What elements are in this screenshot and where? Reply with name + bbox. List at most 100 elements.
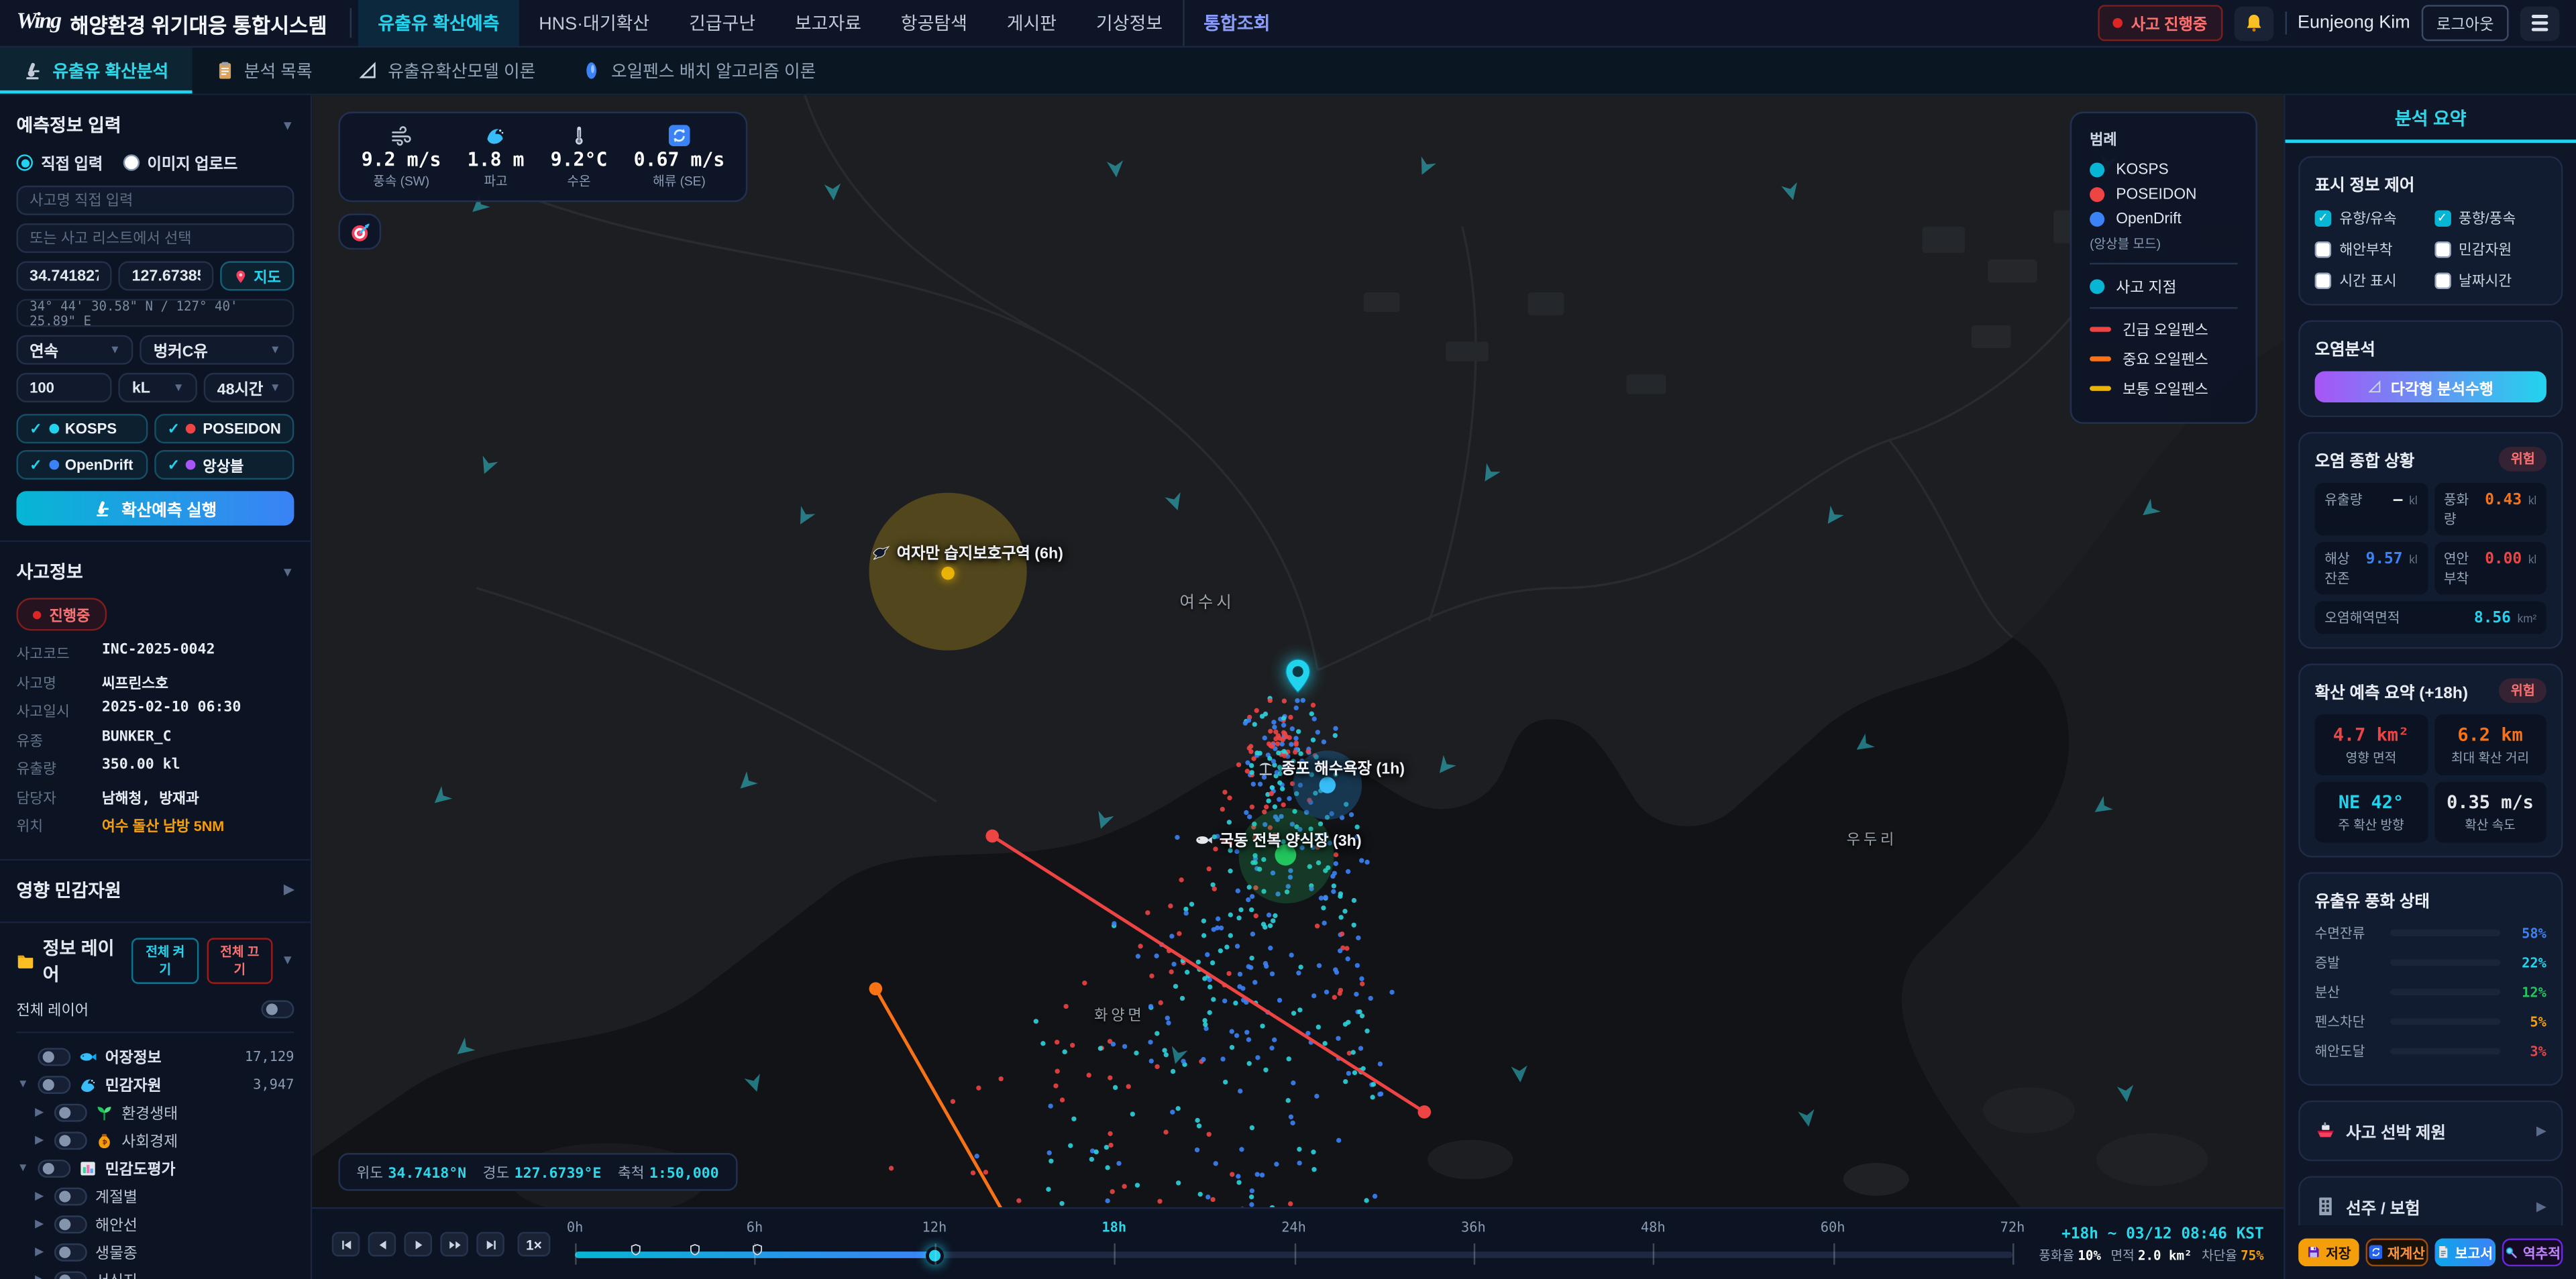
layer-toggle[interactable] xyxy=(38,1047,70,1065)
timeline-tick-48h[interactable]: 48h xyxy=(1641,1219,1666,1235)
sub-tab[interactable]: 유출유 확산분석 xyxy=(0,48,191,94)
display-checkbox-민감자원[interactable]: 민감자원 xyxy=(2434,238,2546,260)
model-chip-앙상블[interactable]: ✓앙상블 xyxy=(154,450,294,480)
master-layer-toggle[interactable] xyxy=(261,999,294,1017)
all-layers-on-button[interactable]: 전체 켜기 xyxy=(132,937,199,983)
tree-right-arrow[interactable]: ▶ xyxy=(33,1273,46,1279)
layer-toggle[interactable] xyxy=(54,1131,87,1149)
weather-metric: 9.2 m/s풍속 (SW) xyxy=(362,125,441,190)
sub-tab[interactable]: 오일펜스 배치 알고리즘 이론 xyxy=(559,48,839,94)
tree-down-arrow[interactable]: ▼ xyxy=(16,1078,30,1090)
prediction-section-header[interactable]: 예측정보 입력 ▼ xyxy=(16,107,294,148)
layer-toggle[interactable] xyxy=(38,1159,70,1177)
nav-item[interactable]: HNS·대기확산 xyxy=(519,0,669,46)
input-mode-radio[interactable]: 이미지 업로드 xyxy=(123,151,238,174)
playback-speed-button[interactable]: 1× xyxy=(517,1232,550,1257)
wetland-label[interactable]: 여자만 습지보호구역 (6h) xyxy=(872,541,1063,563)
incident-section-header[interactable]: 사고정보 ▼ xyxy=(16,553,294,594)
nav-item[interactable]: 게시판 xyxy=(987,0,1076,46)
nav-item[interactable]: 항공탐색 xyxy=(881,0,987,46)
menu-button[interactable] xyxy=(2520,6,2560,40)
layer-toggle[interactable] xyxy=(54,1215,87,1233)
layer-toggle[interactable] xyxy=(38,1075,70,1093)
polygon-analysis-button[interactable]: 다각형 분석수행 xyxy=(2315,371,2546,402)
tree-right-arrow[interactable]: ▶ xyxy=(33,1105,46,1119)
sensitive-section-header[interactable]: 영향 민감자원 ▶ xyxy=(16,871,294,905)
wetland-point[interactable] xyxy=(941,567,955,580)
보고서-button[interactable]: 보고서 xyxy=(2434,1239,2495,1267)
nav-item[interactable]: 기상정보 xyxy=(1077,0,1183,46)
duration-select[interactable]: 48시간 ▼ xyxy=(204,373,294,402)
incident-location-pin[interactable] xyxy=(1285,659,1311,693)
incident-active-badge[interactable]: 사고 진행중 xyxy=(2098,5,2222,41)
owner-insurance-card[interactable]: 선주 / 보험 ▶ xyxy=(2298,1176,2563,1225)
unit-select[interactable]: kL ▼ xyxy=(119,373,197,402)
tree-right-arrow[interactable]: ▶ xyxy=(33,1245,46,1258)
layer-item-해안선: ▶해안선 xyxy=(16,1210,294,1238)
notifications-button[interactable] xyxy=(2233,6,2273,40)
farm-label[interactable]: 국동 전복 양식장 (3h) xyxy=(1195,828,1362,850)
incident-name-input[interactable] xyxy=(16,186,294,215)
timeline-tick-36h[interactable]: 36h xyxy=(1461,1219,1486,1235)
model-chip-POSEIDON[interactable]: ✓POSEIDON xyxy=(154,414,294,443)
model-chip-OpenDrift[interactable]: ✓OpenDrift xyxy=(16,450,148,480)
nav-item[interactable]: 통합조회 xyxy=(1182,0,1289,46)
fast-forward-button[interactable] xyxy=(440,1232,468,1257)
fence-deploy-marker[interactable] xyxy=(690,1235,702,1265)
tree-down-arrow[interactable]: ▼ xyxy=(16,1162,30,1174)
timeline-tick-12h[interactable]: 12h xyxy=(922,1219,947,1235)
재계산-button[interactable]: 재계산 xyxy=(2366,1239,2427,1267)
nav-item[interactable]: 긴급구난 xyxy=(669,0,775,46)
spill-type-select[interactable]: 연속 ▼ xyxy=(16,335,133,365)
amount-input[interactable] xyxy=(16,373,112,402)
timeline-tick-60h[interactable]: 60h xyxy=(1821,1219,1845,1235)
layer-toggle[interactable] xyxy=(54,1243,87,1261)
fence-deploy-marker[interactable] xyxy=(752,1235,763,1265)
timeline-tick-6h[interactable]: 6h xyxy=(747,1219,763,1235)
저장-button[interactable]: 저장 xyxy=(2298,1239,2359,1267)
sub-tab[interactable]: 유출유확산모델 이론 xyxy=(335,48,559,94)
beach-label[interactable]: 종포 해수욕장 (1h) xyxy=(1256,756,1405,779)
section-title: 예측정보 입력 xyxy=(16,112,121,138)
tree-right-arrow[interactable]: ▶ xyxy=(33,1133,46,1147)
layer-toggle[interactable] xyxy=(54,1103,87,1121)
map-canvas[interactable]: 여자만 습지보호구역 (6h) 종포 해수욕장 (1h) 국동 전복 양식장 (… xyxy=(312,95,2284,1207)
incident-list-input[interactable] xyxy=(16,223,294,253)
skip-to-start-button[interactable] xyxy=(332,1232,360,1257)
play-button[interactable] xyxy=(404,1232,432,1257)
timeline-tick-18h[interactable]: 18h xyxy=(1102,1219,1126,1235)
recenter-incident-button[interactable] xyxy=(338,213,381,249)
layer-toggle[interactable] xyxy=(54,1186,87,1205)
tree-right-arrow[interactable]: ▶ xyxy=(33,1217,46,1231)
action-label: 저장 xyxy=(2326,1243,2351,1262)
sub-tab[interactable]: 분석 목록 xyxy=(191,48,335,94)
run-prediction-button[interactable]: 확산예측 실행 xyxy=(16,491,294,525)
nav-item[interactable]: 보고자료 xyxy=(775,0,881,46)
display-checkbox-시간 표시[interactable]: 시간 표시 xyxy=(2315,270,2428,291)
timeline-tick-72h[interactable]: 72h xyxy=(2000,1219,2025,1235)
nav-item[interactable]: 유출유 확산예측 xyxy=(358,0,519,46)
step-back-button[interactable] xyxy=(368,1232,396,1257)
latitude-input[interactable] xyxy=(16,261,112,290)
pick-on-map-button[interactable]: 지도 xyxy=(221,261,294,290)
layer-toggle[interactable] xyxy=(54,1270,87,1279)
all-layers-off-button[interactable]: 전체 끄기 xyxy=(207,937,273,983)
display-checkbox-유향/유속[interactable]: ✓유향/유속 xyxy=(2315,207,2428,229)
timeline-tick-0h[interactable]: 0h xyxy=(567,1219,583,1235)
tree-right-arrow[interactable]: ▶ xyxy=(33,1189,46,1203)
fence-deploy-marker[interactable] xyxy=(630,1235,641,1265)
display-checkbox-해안부착[interactable]: 해안부착 xyxy=(2315,238,2428,260)
display-checkbox-풍향/풍속[interactable]: ✓풍향/풍속 xyxy=(2434,207,2546,229)
input-mode-radio[interactable]: 직접 입력 xyxy=(16,151,103,174)
model-chip-KOSPS[interactable]: ✓KOSPS xyxy=(16,414,148,443)
current-icon xyxy=(669,125,690,146)
vessel-spec-card[interactable]: 사고 선박 제원 ▶ xyxy=(2298,1101,2563,1162)
역추적-button[interactable]: 역추적 xyxy=(2502,1239,2563,1267)
display-checkbox-날짜시간[interactable]: 날짜시간 xyxy=(2434,270,2546,291)
timeline-tick-24h[interactable]: 24h xyxy=(1281,1219,1306,1235)
skip-to-end-button[interactable] xyxy=(476,1232,504,1257)
oil-type-select[interactable]: 벙커C유 ▼ xyxy=(140,335,294,365)
longitude-input[interactable] xyxy=(119,261,215,290)
logout-button[interactable]: 로그아웃 xyxy=(2422,5,2509,41)
beach-point[interactable] xyxy=(1320,777,1336,793)
